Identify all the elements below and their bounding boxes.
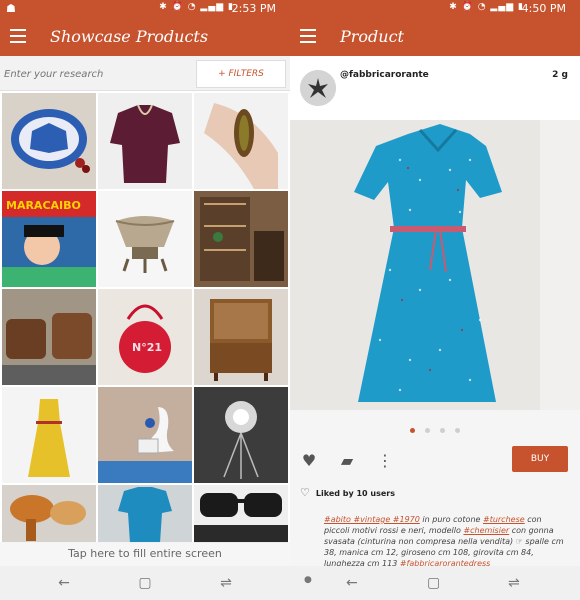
right-phone-screen: ✱ ⏰ ◔ ▂▄▆ ▮ 4:50 PM Product @fabbricaror… [290,0,580,600]
nav-dot-icon: ● [304,575,312,585]
carousel-dot[interactable] [425,428,430,433]
product-tile-red-bag[interactable]: N°21 [98,289,192,385]
product-tile-burgundy-blouse[interactable] [98,93,192,189]
product-tile-shelf-room[interactable] [194,191,288,287]
android-icon: ☗ [6,2,16,15]
product-tile-brooch[interactable] [194,93,288,189]
heart-outline-icon: ♡ [300,486,310,499]
page-title: Showcase Products [50,27,209,46]
menu-icon[interactable] [10,29,26,43]
carousel-dots [290,418,580,433]
recents-icon[interactable]: ⇌ [508,575,520,591]
status-time: 2:53 PM [231,2,276,15]
status-icons: ✱ ⏰ ◔ ▂▄▆ ▮ [449,2,524,12]
product-tile-hair-dryer[interactable] [2,485,96,543]
left-phone-screen: ☗ ✱ ⏰ ◔ ▂▄▆ ▮ 2:53 PM Showcase Products … [0,0,290,600]
product-tile-brown-chairs[interactable] [2,289,96,385]
more-icon[interactable]: ⋮ [376,452,394,470]
product-tile-sunglasses[interactable] [194,485,288,543]
carousel-dot[interactable] [455,428,460,433]
buy-button[interactable]: BUY [512,446,568,472]
search-input[interactable] [0,62,192,86]
action-row: ♥ ▰ ⋮ BUY [290,444,580,478]
app-bar: Showcase Products [0,18,290,56]
back-icon[interactable]: ← [56,575,72,591]
hashtag-link[interactable]: #abito #vintage #1970 [324,515,420,524]
product-tile-butterfly-dish[interactable] [2,93,96,189]
post-age: 2 g [552,70,568,80]
hashtag-link[interactable]: #turchese [483,515,525,524]
username[interactable]: @fabbricarorante [340,70,429,80]
page-title: Product [340,27,404,46]
product-tile-swan-phone[interactable] [98,387,192,483]
home-icon[interactable]: ▢ [427,575,440,591]
fill-screen-bar[interactable]: Tap here to fill entire screen [0,542,290,566]
status-icons: ✱ ⏰ ◔ ▂▄▆ ▮ [159,2,234,12]
product-tile-blue-shirt[interactable] [98,485,192,543]
recents-icon[interactable]: ⇌ [218,575,234,591]
carousel-dot[interactable] [410,428,415,433]
product-tile-yellow-dress[interactable] [2,387,96,483]
carousel-dot[interactable] [440,428,445,433]
app-bar: Product [290,18,580,56]
product-tile-ceiling-lamp[interactable] [194,387,288,483]
filters-button[interactable]: + FILTERS [196,60,286,88]
svg-text:MARACAIBO: MARACAIBO [6,199,81,212]
product-header: @fabbricarorante 2 g [290,56,580,120]
navigation-bar: ● ← ▢ ⇌ [290,566,580,600]
status-bar: ☗ ✱ ⏰ ◔ ▂▄▆ ▮ 2:53 PM [0,0,290,18]
comment-icon[interactable]: ▰ [338,452,356,470]
status-bar: ✱ ⏰ ◔ ▂▄▆ ▮ 4:50 PM [290,0,580,18]
menu-icon[interactable] [300,29,316,43]
home-icon[interactable]: ▢ [137,575,153,591]
likes-row[interactable]: ♡ Liked by 10 users [300,486,395,499]
hashtag-link[interactable]: #chemisier [463,526,509,535]
product-tile-teak-cabinet[interactable] [194,289,288,385]
product-tile-maracaibo-record[interactable]: MARACAIBO [2,191,96,287]
back-icon[interactable]: ← [346,575,358,591]
heart-icon[interactable]: ♥ [300,452,318,470]
avatar[interactable] [300,70,336,106]
status-time: 4:50 PM [521,2,566,15]
svg-text:N°21: N°21 [132,341,162,354]
product-photo[interactable] [290,120,580,410]
navigation-bar: ← ▢ ⇌ [0,566,290,600]
search-row: + FILTERS [0,56,290,91]
likes-count: Liked by 10 users [315,489,395,498]
product-tile-silver-bowl[interactable] [98,191,192,287]
description-text: in puro cotone [419,515,483,524]
